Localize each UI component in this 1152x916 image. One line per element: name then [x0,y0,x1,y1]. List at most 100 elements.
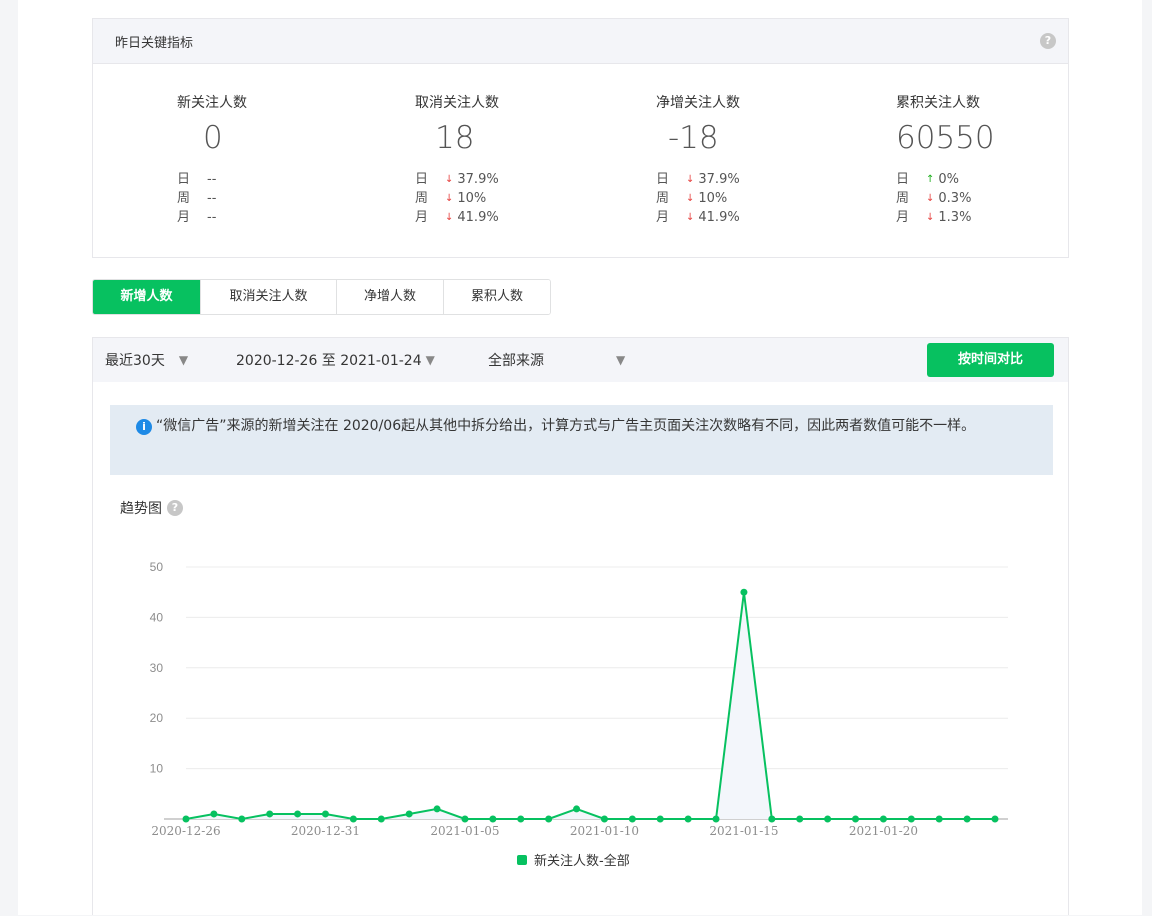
metric-change-row: 月 ↓ 41.9% [415,208,499,227]
data-point [656,815,664,823]
metric-change-rows: 日 ↑ 0% 周 ↓ 0.3% 月 ↓ 1.3% [896,170,971,227]
data-point [433,805,441,813]
metric-value: 0 [203,120,223,156]
period-label: 月 [656,210,670,225]
metric-change-rows: 日 ↓ 37.9% 周 ↓ 10% 月 ↓ 41.9% [415,170,499,227]
data-point [684,815,692,823]
legend-label: 新关注人数-全部 [534,853,630,869]
data-point [963,815,971,823]
metric-value: 60550 [896,120,995,156]
data-point [321,810,329,818]
page: 昨日关键指标 ? 新关注人数 0 日 -- 周 -- 月 -- 取消关注人数 18 日 ↓ 3… [18,0,1142,915]
key-metrics-card: 昨日关键指标 ? 新关注人数 0 日 -- 周 -- 月 -- 取消关注人数 18 日 ↓ 3… [92,18,1069,258]
metric-tabs: 新增人数 取消关注人数 净增人数 累积人数 [92,279,551,315]
x-tick-label: 2020-12-26 [151,824,220,838]
period-label: 周 [896,191,910,206]
arrow-down-icon: ↓ [445,174,454,185]
y-tick-label: 30 [150,661,164,675]
metric-change-row: 月 -- [177,208,216,227]
key-metrics-header: 昨日关键指标 ? [93,19,1068,64]
period-label: 月 [177,210,191,225]
change-value: 37.9% [698,172,740,187]
metric-change-row: 日 -- [177,170,216,189]
question-icon[interactable]: ? [1040,33,1056,49]
change-value: 0.3% [938,191,972,206]
data-point [349,815,357,823]
arrow-up-icon: ↑ [926,174,935,185]
change-value: 41.9% [698,210,740,225]
y-tick-label: 10 [150,762,164,776]
arrow-down-icon: ↓ [686,174,695,185]
data-point [489,815,497,823]
change-value: -- [207,191,217,206]
arrow-down-icon: ↓ [445,212,454,223]
data-point [266,810,274,818]
tab-net-followers[interactable]: 净增人数 [337,280,444,314]
metric-change-row: 月 ↓ 1.3% [896,208,971,227]
data-point [991,815,999,823]
data-point [210,810,218,818]
tab-new-followers[interactable]: 新增人数 [93,280,201,314]
change-value: 10% [457,191,487,206]
tab-unfollows[interactable]: 取消关注人数 [201,280,337,314]
data-point [907,815,915,823]
metric-change-row: 日 ↑ 0% [896,170,971,189]
data-point [545,815,553,823]
data-point [740,588,748,596]
data-point [405,810,413,818]
metric-label: 净增关注人数 [656,95,740,111]
x-tick-label: 2021-01-10 [570,824,639,838]
x-tick-label: 2020-12-31 [291,824,360,838]
data-point [461,815,469,823]
metric-change-row: 周 ↓ 10% [656,189,740,208]
data-point [768,815,776,823]
data-point [377,815,385,823]
period-label: 周 [177,191,191,206]
metric-change-row: 周 ↓ 10% [415,189,499,208]
metric-change-row: 周 -- [177,189,216,208]
data-point [182,815,190,823]
data-point [238,815,246,823]
change-value: 41.9% [457,210,499,225]
series-line [185,592,995,821]
arrow-down-icon: ↓ [686,212,695,223]
period-label: 日 [656,172,670,187]
arrow-down-icon: ↓ [926,212,935,223]
period-label: 月 [896,210,910,225]
data-point [824,815,832,823]
data-point [935,815,943,823]
metric-label: 新关注人数 [177,95,247,111]
data-point [628,815,636,823]
data-point [796,815,804,823]
arrow-down-icon: ↓ [445,193,454,204]
change-value: 10% [698,191,728,206]
y-tick-label: 20 [150,711,164,725]
data-point [712,815,720,823]
metric-change-rows: 日 -- 周 -- 月 -- [177,170,216,227]
x-tick-label: 2021-01-05 [430,824,499,838]
data-point [517,815,525,823]
x-tick-label: 2021-01-20 [849,824,918,838]
x-tick-label: 2021-01-15 [709,824,778,838]
period-label: 日 [415,172,429,187]
data-point [879,815,887,823]
y-tick-label: 50 [150,560,164,574]
metric-change-row: 日 ↓ 37.9% [415,170,499,189]
data-point [294,810,302,818]
key-metrics-title: 昨日关键指标 [115,35,194,51]
period-label: 周 [415,191,429,206]
metric-label: 累积关注人数 [896,95,980,111]
metric-label: 取消关注人数 [415,95,499,111]
data-point [852,815,860,823]
period-label: 日 [896,172,910,187]
change-value: 0% [938,172,960,187]
period-label: 月 [415,210,429,225]
trend-panel: 最近30天 ▼ 2020-12-26 至 2021-01-24 ▼ 全部来源 ▼… [92,337,1069,915]
data-point [573,805,581,813]
arrow-down-icon: ↓ [926,193,935,204]
change-value: 1.3% [938,210,972,225]
series-area [186,592,995,819]
metric-value: -18 [668,120,719,156]
tab-total-followers[interactable]: 累积人数 [444,280,550,314]
metric-change-row: 日 ↓ 37.9% [656,170,740,189]
